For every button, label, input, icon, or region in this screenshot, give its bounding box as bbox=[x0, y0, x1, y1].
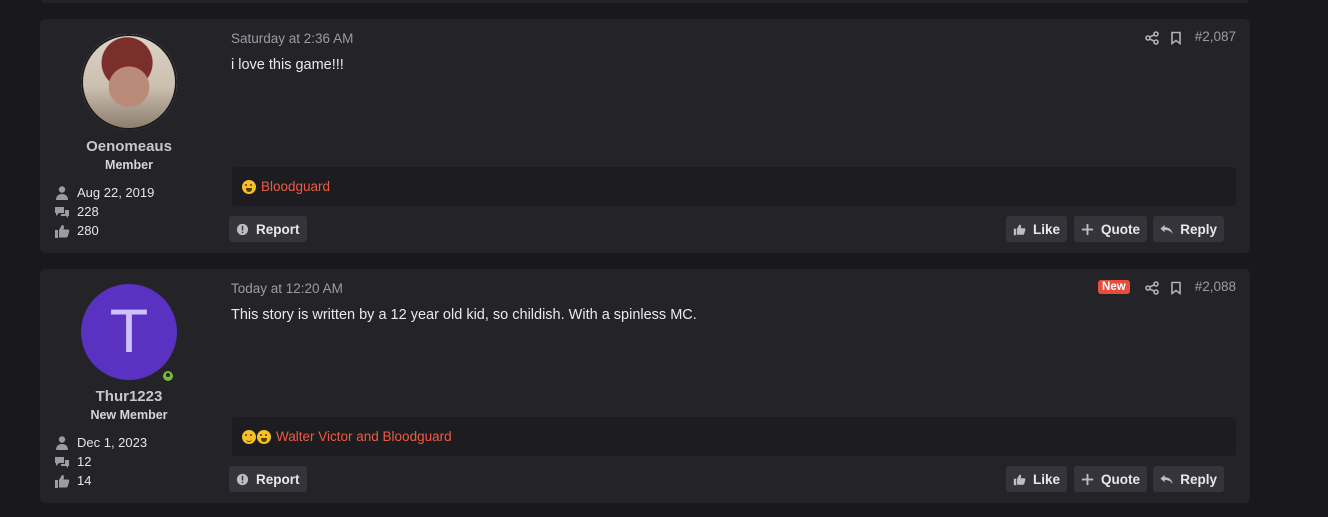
quote-label: Quote bbox=[1101, 471, 1140, 487]
reply-label: Reply bbox=[1180, 471, 1217, 487]
haha-reaction-icon bbox=[242, 179, 256, 194]
thumbs-up-icon bbox=[55, 474, 70, 488]
post-meta-actions: #2,087 bbox=[1144, 29, 1236, 45]
report-label: Report bbox=[256, 471, 300, 487]
thumbs-up-icon bbox=[55, 224, 70, 238]
user-icon bbox=[56, 435, 68, 450]
bookmark-icon[interactable] bbox=[1169, 30, 1183, 45]
stat-reactions: 14 bbox=[54, 471, 147, 490]
user-cell: T Thur1223 New Member Dec 1, 2023 12 14 bbox=[40, 269, 218, 503]
comments-icon bbox=[55, 456, 69, 468]
comments-icon bbox=[55, 206, 69, 218]
like-label: Like bbox=[1032, 221, 1060, 237]
post-2088: T Thur1223 New Member Dec 1, 2023 12 14 … bbox=[40, 269, 1250, 503]
message-count: 228 bbox=[77, 204, 99, 219]
username[interactable]: Oenomeaus bbox=[40, 138, 218, 155]
user-title: Member bbox=[105, 158, 153, 172]
stat-joined: Aug 22, 2019 bbox=[54, 183, 154, 202]
stat-reactions: 280 bbox=[54, 221, 154, 240]
username[interactable]: Thur1223 bbox=[40, 388, 218, 405]
plus-icon bbox=[1081, 473, 1094, 485]
like-label: Like bbox=[1032, 471, 1060, 487]
quote-button[interactable]: Quote bbox=[1074, 216, 1147, 242]
like-button[interactable]: Like bbox=[1005, 466, 1067, 492]
post-meta-actions: New #2,088 bbox=[1098, 279, 1236, 295]
quote-button[interactable]: Quote bbox=[1074, 466, 1147, 492]
reaction-score: 280 bbox=[77, 223, 99, 238]
share-icon[interactable] bbox=[1144, 30, 1159, 45]
avatar[interactable] bbox=[81, 34, 177, 130]
plus-icon bbox=[1081, 223, 1094, 235]
post-actions: Report Like Quote Reply bbox=[229, 466, 1236, 492]
alert-icon bbox=[236, 473, 249, 485]
reply-button[interactable]: Reply bbox=[1153, 216, 1224, 242]
thumbs-up-icon bbox=[1013, 224, 1026, 235]
joined-date: Aug 22, 2019 bbox=[77, 185, 155, 200]
alert-icon bbox=[236, 223, 249, 235]
report-button[interactable]: Report bbox=[229, 466, 307, 492]
message-count: 12 bbox=[77, 454, 92, 469]
thumbs-up-icon bbox=[1013, 474, 1026, 485]
report-button[interactable]: Report bbox=[229, 216, 307, 242]
user-cell: Oenomeaus Member Aug 22, 2019 228 280 bbox=[40, 19, 218, 253]
user-stats: Dec 1, 2023 12 14 bbox=[54, 433, 147, 490]
post-content: Today at 12:20 AM New #2,088 This story … bbox=[229, 269, 1236, 503]
previous-post-edge bbox=[40, 0, 1250, 3]
post-content: Saturday at 2:36 AM #2,087 i love this g… bbox=[229, 19, 1236, 253]
user-stats: Aug 22, 2019 228 280 bbox=[54, 183, 154, 240]
post-number[interactable]: #2,088 bbox=[1195, 279, 1236, 294]
post-2087: Oenomeaus Member Aug 22, 2019 228 280 Sa… bbox=[40, 19, 1250, 253]
user-title: New Member bbox=[90, 408, 168, 422]
reply-button[interactable]: Reply bbox=[1153, 466, 1224, 492]
haha-reaction-icon bbox=[257, 429, 271, 444]
post-time[interactable]: Today at 12:20 AM bbox=[231, 281, 343, 296]
reply-label: Reply bbox=[1180, 221, 1217, 237]
bookmark-icon[interactable] bbox=[1169, 280, 1183, 295]
reactions-bar[interactable]: Walter Victor and Bloodguard bbox=[232, 417, 1236, 456]
share-icon[interactable] bbox=[1144, 280, 1159, 295]
message-body: This story is written by a 12 year old k… bbox=[231, 307, 697, 323]
post-time[interactable]: Saturday at 2:36 AM bbox=[231, 31, 353, 46]
like-button[interactable]: Like bbox=[1005, 216, 1067, 242]
reply-arrow-icon bbox=[1160, 474, 1173, 484]
report-label: Report bbox=[256, 221, 300, 237]
joined-date: Dec 1, 2023 bbox=[77, 435, 148, 450]
reaction-score: 14 bbox=[77, 473, 92, 488]
stat-messages: 12 bbox=[54, 452, 147, 471]
stat-messages: 228 bbox=[54, 202, 154, 221]
message-body: i love this game!!! bbox=[231, 57, 344, 73]
new-badge: New bbox=[1098, 279, 1130, 294]
post-actions: Report Like Quote Reply bbox=[229, 216, 1236, 242]
reply-arrow-icon bbox=[1160, 224, 1173, 234]
quote-label: Quote bbox=[1101, 221, 1140, 237]
post-number[interactable]: #2,087 bbox=[1195, 29, 1236, 44]
reaction-users[interactable]: Bloodguard bbox=[261, 179, 330, 194]
confused-reaction-icon bbox=[242, 429, 256, 444]
avatar[interactable]: T bbox=[81, 284, 177, 380]
reaction-users[interactable]: Walter Victor and Bloodguard bbox=[276, 429, 452, 444]
stat-joined: Dec 1, 2023 bbox=[54, 433, 147, 452]
online-status-icon bbox=[161, 369, 175, 383]
reactions-bar[interactable]: Bloodguard bbox=[232, 167, 1236, 206]
user-icon bbox=[56, 185, 68, 200]
